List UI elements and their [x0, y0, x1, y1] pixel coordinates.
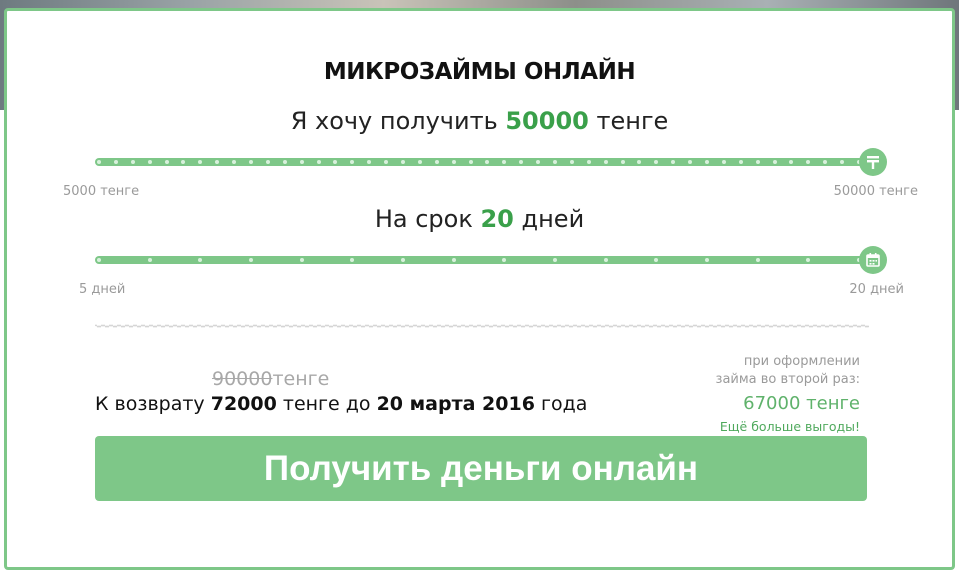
- amount-slider-step: [755, 160, 760, 164]
- amount-slider-step: [569, 160, 574, 164]
- tenge-icon: [867, 156, 879, 169]
- amount-slider-step: [164, 160, 169, 164]
- amount-slider-step: [738, 160, 743, 164]
- term-slider-step: [249, 258, 253, 262]
- amount-slider-step: [130, 160, 135, 164]
- repay-line: К возврату 72000 тенге до 20 марта 2016 …: [95, 393, 587, 415]
- amount-slider-step: [299, 160, 304, 164]
- second-loan-promo: Ещё больше выгоды!: [719, 419, 860, 434]
- amount-slider-step: [705, 160, 709, 164]
- term-slider-handle[interactable]: [859, 246, 887, 274]
- amount-slider-step: [316, 160, 321, 164]
- amount-slider-step: [97, 160, 101, 164]
- term-slider-step: [755, 258, 760, 262]
- amount-slider-step: [265, 160, 270, 164]
- amount-slider[interactable]: [95, 148, 887, 176]
- term-slider-step: [705, 258, 709, 262]
- get-money-button[interactable]: Получить деньги онлайн: [95, 436, 867, 501]
- amount-slider-step: [586, 160, 591, 164]
- term-slider-step: [553, 258, 557, 262]
- amount-slider-step: [249, 160, 253, 164]
- amount-slider-step: [603, 160, 608, 164]
- term-prefix: На срок: [374, 205, 473, 233]
- old-amount: 90000тенге: [212, 368, 329, 390]
- term-slider-step: [299, 258, 304, 262]
- term-slider-step: [401, 258, 405, 262]
- term-slider[interactable]: [95, 246, 887, 274]
- amount-slider-step: [401, 160, 405, 164]
- term-slider-step: [451, 258, 456, 262]
- amount-slider-step: [553, 160, 557, 164]
- calendar-icon: [866, 253, 880, 267]
- amount-slider-step: [282, 160, 287, 164]
- repay-mid: тенге до: [282, 393, 371, 415]
- second-loan-offer: при оформлении займа во второй раз: 6700…: [700, 353, 860, 434]
- second-loan-caption-2: займа во второй раз:: [715, 372, 860, 387]
- amount-slider-step: [468, 160, 473, 164]
- amount-value: 50000: [505, 107, 589, 135]
- amount-slider-step: [772, 160, 777, 164]
- amount-slider-step: [147, 160, 152, 164]
- term-slider-step: [603, 258, 608, 262]
- term-slider-step: [97, 258, 101, 262]
- repay-suffix: года: [540, 393, 588, 415]
- amount-max-label: 50000 тенге: [833, 184, 918, 199]
- term-max-label: 20 дней: [849, 282, 904, 297]
- wavy-divider: [95, 324, 869, 328]
- term-line: На срок 20 дней: [7, 205, 952, 233]
- old-amount-currency: тенге: [272, 368, 330, 390]
- amount-slider-step: [451, 160, 456, 164]
- repay-date: 20 марта 2016: [376, 393, 535, 415]
- page-title: МИКРОЗАЙМЫ ОНЛАЙН: [323, 59, 636, 85]
- amount-suffix: тенге: [596, 107, 669, 135]
- amount-slider-step: [113, 160, 118, 164]
- repay-amount: 72000: [210, 393, 277, 415]
- amount-slider-handle[interactable]: [859, 148, 887, 176]
- amount-slider-step: [417, 160, 422, 164]
- second-loan-caption-1: при оформлении: [743, 354, 860, 369]
- amount-min-label: 5000 тенге: [63, 184, 140, 199]
- repay-prefix: К возврату: [95, 393, 205, 415]
- term-suffix: дней: [521, 205, 585, 233]
- amount-line: Я хочу получить 50000 тенге: [7, 107, 952, 135]
- amount-slider-step: [434, 160, 439, 164]
- old-amount-value: 90000: [212, 368, 273, 390]
- term-value: 20: [480, 205, 514, 233]
- amount-prefix: Я хочу получить: [290, 107, 498, 135]
- amount-slider-step: [620, 160, 625, 164]
- second-loan-amount: 67000 тенге: [743, 393, 860, 414]
- term-min-label: 5 дней: [79, 282, 126, 297]
- loan-calculator-card: МИКРОЗАЙМЫ ОНЛАЙН Я хочу получить 50000 …: [4, 8, 955, 570]
- term-slider-step: [147, 258, 152, 262]
- amount-slider-step: [721, 160, 726, 164]
